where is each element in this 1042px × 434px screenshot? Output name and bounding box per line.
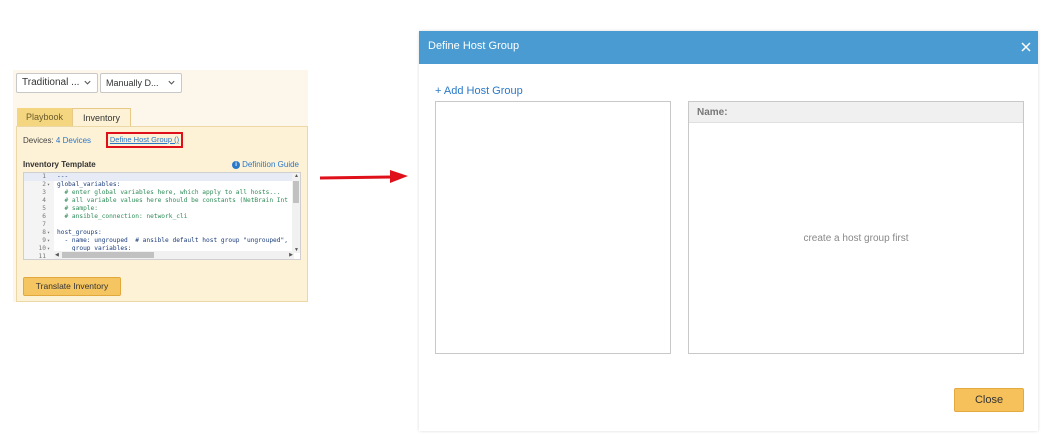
empty-state-message: create a host group first: [803, 233, 909, 244]
select-device-source[interactable]: Manually D...: [100, 73, 182, 93]
devices-row: Devices: 4 Devices: [23, 136, 91, 145]
definition-guide-link[interactable]: i Definition Guide: [232, 160, 299, 169]
line-number: 6: [42, 213, 46, 220]
editor-vertical-scrollbar[interactable]: ▲ ▼: [292, 173, 300, 253]
tab-playbook[interactable]: Playbook: [17, 108, 72, 126]
red-arrow-icon: [319, 170, 408, 183]
inventory-template-title: Inventory Template: [23, 160, 96, 169]
editor-horizontal-scroll-thumb[interactable]: [62, 252, 154, 258]
code-text: ---: [57, 173, 69, 180]
code-editor[interactable]: 1 --- 2 ▾ global_variables: 3 # enter global …: [23, 172, 301, 260]
scroll-down-icon[interactable]: ▼: [294, 247, 299, 253]
line-number: 9: [42, 237, 46, 244]
line-number: 2: [42, 181, 46, 188]
line-number: 7: [42, 221, 46, 228]
line-number: 4: [42, 197, 46, 204]
left-panel: Traditional ... Manually D... Playbook I…: [13, 70, 308, 302]
code-text: # enter global variables here, which app…: [57, 189, 281, 196]
inventory-tab-content: Devices: 4 Devices Define Host Group () …: [16, 126, 308, 302]
chevron-down-icon: [84, 80, 91, 85]
devices-link[interactable]: 4 Devices: [56, 136, 91, 145]
host-group-detail-panel: Name: create a host group first: [688, 101, 1024, 354]
devices-label: Devices:: [23, 136, 54, 145]
select-mode[interactable]: Traditional ...: [16, 73, 98, 93]
define-host-group-dialog: Define Host Group + Add Host Group Name:…: [419, 31, 1038, 431]
chevron-down-icon: [168, 80, 175, 85]
close-icon[interactable]: [1020, 41, 1032, 53]
detail-header: Name:: [689, 102, 1023, 123]
fold-toggle-icon[interactable]: ▾: [47, 229, 50, 237]
editor-vertical-scroll-thumb[interactable]: [293, 181, 299, 203]
info-icon: i: [232, 160, 241, 169]
close-button[interactable]: Close: [954, 388, 1024, 412]
translate-inventory-button[interactable]: Translate Inventory: [23, 277, 121, 296]
fold-toggle-icon[interactable]: ▾: [47, 245, 50, 253]
code-text: host_groups:: [57, 229, 102, 236]
fold-toggle-icon[interactable]: ▾: [47, 181, 50, 189]
code-text: # ansible_connection: network_cli: [57, 213, 188, 220]
code-text: global_variables:: [57, 181, 121, 188]
line-number: 1: [42, 173, 46, 180]
code-text: - name: ungrouped # ansible default host…: [57, 237, 288, 244]
code-line: 1 ---: [24, 173, 300, 181]
code-text: # all variable values here should be con…: [57, 197, 288, 204]
name-label: Name:: [697, 107, 728, 118]
line-number: 5: [42, 205, 46, 212]
definition-guide-label: Definition Guide: [242, 160, 299, 169]
scroll-left-icon[interactable]: ◀: [55, 252, 59, 258]
scroll-right-icon[interactable]: ▶: [289, 252, 293, 258]
code-text: # sample:: [57, 205, 98, 212]
add-host-group-link[interactable]: + Add Host Group: [435, 85, 523, 97]
fold-toggle-icon[interactable]: ▾: [47, 237, 50, 245]
editor-horizontal-scrollbar[interactable]: ◀ ▶: [54, 251, 294, 259]
scroll-up-icon[interactable]: ▲: [294, 173, 299, 179]
line-number: 3: [42, 189, 46, 196]
line-number: 10: [38, 245, 46, 252]
host-group-list[interactable]: [435, 101, 671, 354]
define-host-group-link[interactable]: Define Host Group (): [106, 132, 183, 148]
tab-inventory[interactable]: Inventory: [72, 108, 131, 126]
select-mode-value: Traditional ...: [22, 77, 80, 88]
select-device-source-value: Manually D...: [106, 78, 159, 88]
line-number: 11: [38, 253, 46, 260]
line-number: 8: [42, 229, 46, 236]
dialog-title: Define Host Group: [428, 40, 520, 52]
dialog-header: Define Host Group: [419, 31, 1038, 64]
